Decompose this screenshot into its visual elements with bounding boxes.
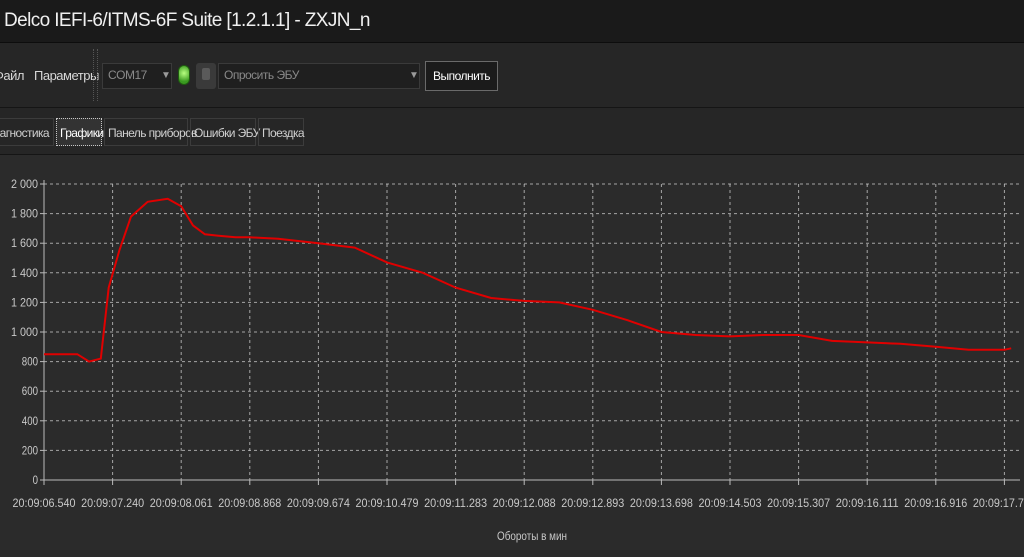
- toolbar-grip: [93, 49, 98, 101]
- y-tick-label: 600: [22, 384, 38, 398]
- x-tick-label: 20:09:11.283: [424, 496, 487, 510]
- x-tick-label: 20:09:09.674: [287, 496, 350, 510]
- query-select[interactable]: Опросить ЭБУ ▼: [218, 63, 420, 89]
- y-tick-label: 400: [22, 414, 38, 428]
- rpm-series-line: [44, 199, 1011, 362]
- plug-icon: [196, 63, 216, 89]
- tab-trip[interactable]: Поездка: [258, 118, 304, 146]
- connection-led-icon: [178, 65, 190, 85]
- x-tick-label: 20:09:16.916: [904, 496, 967, 510]
- execute-button[interactable]: Выполнить: [425, 61, 498, 91]
- x-tick-label: 20:09:12.088: [493, 496, 556, 510]
- y-tick-label: 1 400: [11, 266, 38, 280]
- port-select-value: COM17: [108, 68, 147, 82]
- y-tick-label: 0: [33, 473, 39, 487]
- y-tick-label: 1 000: [11, 325, 38, 339]
- tab-diagnostics[interactable]: Диагностика: [0, 118, 54, 146]
- x-tick-label: 20:09:08.868: [218, 496, 281, 510]
- x-axis-label: Обороты в мин: [497, 529, 567, 543]
- x-tick-label: 20:09:10.479: [356, 496, 419, 510]
- chevron-down-icon: ▼: [409, 70, 419, 81]
- y-tick-labels: 0 200 400 600 800 1 000 1 200 1 400 1 600 1 800 2 …: [11, 177, 38, 487]
- tab-bar: Диагностика Графики Панель приборов Ошиб…: [0, 108, 1024, 155]
- x-tick-label: 20:09:07.240: [81, 496, 144, 510]
- window-title: Delco IEFI-6/ITMS-6F Suite [1.2.1.1] - Z…: [4, 10, 370, 32]
- x-tick-label: 20:09:15.307: [767, 496, 830, 510]
- x-tick-label: 20:09:17.720: [973, 496, 1024, 510]
- x-tick-label: 20:09:13.698: [630, 496, 693, 510]
- y-tick-label: 1 200: [11, 295, 38, 309]
- query-select-value: Опросить ЭБУ: [224, 68, 299, 82]
- x-tick-label: 20:09:08.061: [150, 496, 213, 510]
- tab-dashboard[interactable]: Панель приборов: [104, 118, 188, 146]
- chart-grid: [44, 184, 1020, 480]
- menu-params[interactable]: Параметры: [34, 68, 99, 83]
- chevron-down-icon: ▼: [161, 70, 171, 81]
- menu-file[interactable]: Файл: [0, 68, 24, 83]
- y-tick-label: 800: [22, 355, 38, 369]
- y-tick-label: 2 000: [11, 177, 38, 191]
- chart-panel: 0 200 400 600 800 1 000 1 200 1 400 1 600 1 800 2 …: [0, 157, 1024, 552]
- rpm-chart: 0 200 400 600 800 1 000 1 200 1 400 1 600 1 800 2 …: [0, 157, 1024, 552]
- y-tick-label: 1 800: [11, 207, 38, 221]
- tab-graphs[interactable]: Графики: [56, 118, 102, 146]
- x-tick-label: 20:09:12.893: [561, 496, 624, 510]
- port-select[interactable]: COM17 ▼: [102, 63, 172, 89]
- x-tick-label: 20:09:16.111: [836, 496, 899, 510]
- x-tick-label: 20:09:06.540: [13, 496, 76, 510]
- y-tick-label: 200: [22, 443, 38, 457]
- toolbar: Файл Параметры COM17 ▼ Опросить ЭБУ ▼ Вы…: [0, 43, 1024, 108]
- y-tick-label: 1 600: [11, 236, 38, 250]
- title-bar: Delco IEFI-6/ITMS-6F Suite [1.2.1.1] - Z…: [0, 0, 1024, 43]
- x-tick-label: 20:09:14.503: [699, 496, 762, 510]
- x-tick-labels: 20:09:06.540 20:09:07.240 20:09:08.061 20:0…: [13, 496, 1024, 510]
- tab-ecu-errors[interactable]: Ошибки ЭБУ: [190, 118, 256, 146]
